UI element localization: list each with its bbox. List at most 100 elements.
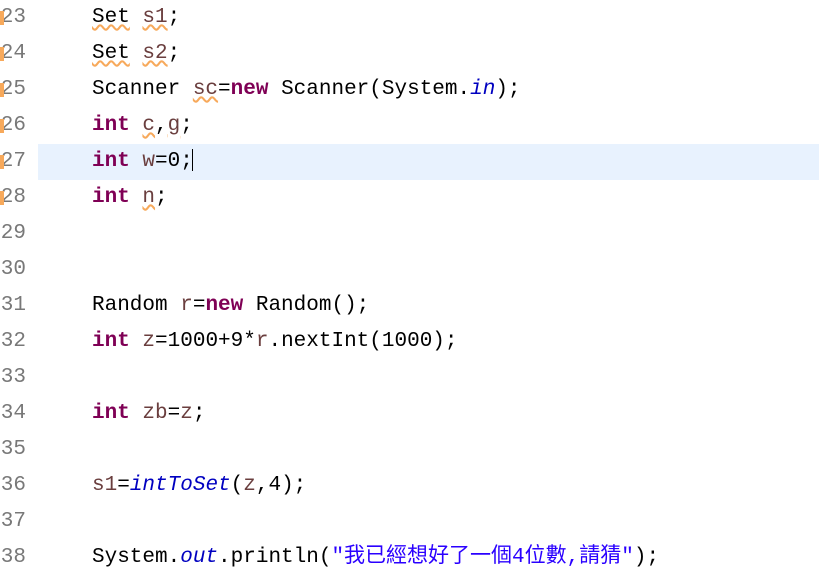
code-token: ); bbox=[495, 78, 520, 101]
code-token: .nextInt(1000); bbox=[268, 330, 457, 353]
code-line[interactable]: int z=1000+9*r.nextInt(1000); bbox=[38, 324, 819, 360]
code-token: Scanner bbox=[92, 78, 193, 101]
code-token bbox=[130, 150, 143, 173]
warning-marker-icon bbox=[0, 191, 4, 205]
code-editor[interactable]: 23242526272829303132333435363738 Set s1;… bbox=[0, 0, 819, 578]
code-token: = bbox=[218, 78, 231, 101]
code-token: .println( bbox=[218, 546, 331, 569]
line-number-text: 27 bbox=[1, 150, 26, 173]
warning-marker-icon bbox=[0, 11, 4, 25]
code-line[interactable] bbox=[38, 432, 819, 468]
code-token: Scanner(System. bbox=[268, 78, 470, 101]
code-token: , bbox=[155, 114, 168, 137]
code-token: = bbox=[193, 294, 206, 317]
line-number: 35 bbox=[0, 432, 30, 468]
line-number: 33 bbox=[0, 360, 30, 396]
line-number: 36 bbox=[0, 468, 30, 504]
code-token: Random(); bbox=[243, 294, 369, 317]
warning-marker-icon bbox=[0, 47, 4, 61]
line-number: 26 bbox=[0, 108, 30, 144]
line-number: 27 bbox=[0, 144, 30, 180]
warning-marker-icon bbox=[0, 155, 4, 169]
code-token: z bbox=[243, 474, 256, 497]
line-number-text: 23 bbox=[1, 6, 26, 29]
line-number: 32 bbox=[0, 324, 30, 360]
code-token bbox=[130, 186, 143, 209]
code-token: in bbox=[470, 78, 495, 101]
code-line[interactable]: s1=intToSet(z,4); bbox=[38, 468, 819, 504]
line-number-text: 38 bbox=[1, 546, 26, 569]
code-token: s1 bbox=[92, 474, 117, 497]
line-number: 29 bbox=[0, 216, 30, 252]
line-number: 31 bbox=[0, 288, 30, 324]
code-line[interactable]: int w=0; bbox=[38, 144, 819, 180]
code-token: new bbox=[231, 78, 269, 101]
text-cursor bbox=[192, 149, 193, 171]
line-number: 34 bbox=[0, 396, 30, 432]
code-token: intToSet bbox=[130, 474, 231, 497]
code-line[interactable]: Set s1; bbox=[38, 0, 819, 36]
code-line[interactable] bbox=[38, 504, 819, 540]
code-token: Random bbox=[92, 294, 180, 317]
code-token: ; bbox=[193, 402, 206, 425]
warning-marker-icon bbox=[0, 83, 4, 97]
line-number: 23 bbox=[0, 0, 30, 36]
line-number-text: 28 bbox=[1, 186, 26, 209]
code-token: sc bbox=[193, 78, 218, 101]
line-number-text: 35 bbox=[1, 438, 26, 461]
code-token: int bbox=[92, 150, 130, 173]
code-token bbox=[130, 402, 143, 425]
code-line[interactable]: System.out.println("我已經想好了一個4位數,請猜"); bbox=[38, 540, 819, 576]
code-line[interactable]: int zb=z; bbox=[38, 396, 819, 432]
line-number-text: 33 bbox=[1, 366, 26, 389]
code-token: new bbox=[205, 294, 243, 317]
code-token: "我已經想好了一個4位數,請猜" bbox=[331, 546, 633, 569]
code-token: ; bbox=[168, 42, 181, 65]
line-number: 30 bbox=[0, 252, 30, 288]
code-line[interactable] bbox=[38, 252, 819, 288]
code-line[interactable]: Set s2; bbox=[38, 36, 819, 72]
code-token: =0; bbox=[155, 150, 193, 173]
line-number: 25 bbox=[0, 72, 30, 108]
code-token: int bbox=[92, 330, 130, 353]
code-token: Set bbox=[92, 6, 130, 29]
code-token: int bbox=[92, 402, 130, 425]
code-token: ,4); bbox=[256, 474, 306, 497]
code-line[interactable]: Scanner sc=new Scanner(System.in); bbox=[38, 72, 819, 108]
code-token: System. bbox=[92, 546, 180, 569]
code-token bbox=[130, 6, 143, 29]
code-token: ; bbox=[168, 6, 181, 29]
code-token: int bbox=[92, 114, 130, 137]
code-token: s2 bbox=[142, 42, 167, 65]
code-token: z bbox=[142, 330, 155, 353]
line-number-text: 26 bbox=[1, 114, 26, 137]
code-token: = bbox=[117, 474, 130, 497]
code-line[interactable] bbox=[38, 216, 819, 252]
code-line[interactable]: Random r=new Random(); bbox=[38, 288, 819, 324]
line-number-text: 30 bbox=[1, 258, 26, 281]
code-token: c bbox=[142, 114, 155, 137]
code-token: ; bbox=[180, 114, 193, 137]
code-token: n bbox=[142, 186, 155, 209]
line-number-text: 31 bbox=[1, 294, 26, 317]
code-token: w bbox=[142, 150, 155, 173]
code-line[interactable] bbox=[38, 360, 819, 396]
code-area[interactable]: Set s1;Set s2;Scanner sc=new Scanner(Sys… bbox=[38, 0, 819, 578]
code-token: Set bbox=[92, 42, 130, 65]
warning-marker-icon bbox=[0, 119, 4, 133]
code-line[interactable]: int c,g; bbox=[38, 108, 819, 144]
line-number-text: 36 bbox=[1, 474, 26, 497]
line-number: 38 bbox=[0, 540, 30, 576]
line-number-gutter: 23242526272829303132333435363738 bbox=[0, 0, 38, 578]
line-number-text: 37 bbox=[1, 510, 26, 533]
code-token: r bbox=[180, 294, 193, 317]
line-number-text: 29 bbox=[1, 222, 26, 245]
code-line[interactable]: int n; bbox=[38, 180, 819, 216]
code-token: zb bbox=[142, 402, 167, 425]
line-number: 28 bbox=[0, 180, 30, 216]
code-token: s1 bbox=[142, 6, 167, 29]
line-number-text: 25 bbox=[1, 78, 26, 101]
code-token: ); bbox=[634, 546, 659, 569]
code-token bbox=[130, 114, 143, 137]
line-number: 37 bbox=[0, 504, 30, 540]
